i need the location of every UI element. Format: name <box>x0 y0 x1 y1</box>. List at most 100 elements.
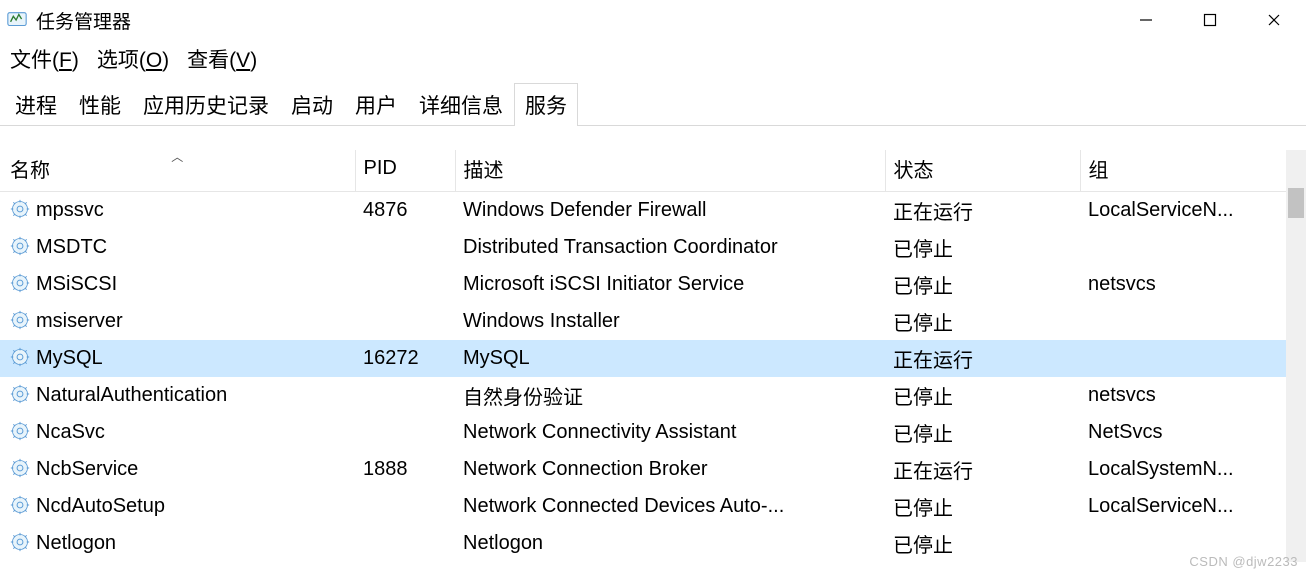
col-header-name[interactable]: ︿ 名称 <box>0 150 355 192</box>
service-name-label: MySQL <box>36 347 103 369</box>
sort-ascending-icon: ︿ <box>171 150 183 165</box>
table-row[interactable]: mpssvc 4876Windows Defender Firewall正在运行L… <box>0 192 1306 230</box>
vertical-scrollbar[interactable] <box>1286 150 1306 562</box>
cell-group: LocalServiceN... <box>1080 488 1306 525</box>
menu-view[interactable]: 查看(V) <box>187 44 257 74</box>
service-gear-icon <box>10 532 30 552</box>
service-gear-icon <box>10 458 30 478</box>
cell-status: 已停止 <box>885 414 1080 451</box>
table-row[interactable]: NcaSvc Network Connectivity Assistant已停止N… <box>0 414 1306 451</box>
cell-name: MSiSCSI <box>0 266 355 303</box>
cell-desc: Distributed Transaction Coordinator <box>455 229 885 266</box>
cell-pid <box>355 414 455 451</box>
services-panel: ︿ 名称 PID 描述 状态 组 mpssvc 4876Windows Defen… <box>0 150 1306 562</box>
cell-pid <box>355 266 455 303</box>
cell-name: mpssvc <box>0 192 355 230</box>
cell-group: netsvcs <box>1080 266 1306 303</box>
table-row[interactable]: MSiSCSI Microsoft iSCSI Initiator Service… <box>0 266 1306 303</box>
tab-startup[interactable]: 启动 <box>280 83 344 126</box>
table-row[interactable]: msiserverWindows Installer已停止 <box>0 303 1306 340</box>
cell-status: 已停止 <box>885 229 1080 266</box>
table-row[interactable]: MySQL16272MySQL正在运行 <box>0 340 1306 377</box>
cell-status: 已停止 <box>885 488 1080 525</box>
menu-options[interactable]: 选项(O) <box>97 44 169 74</box>
cell-name: NcbService <box>0 451 355 488</box>
cell-desc: Network Connected Devices Auto-... <box>455 488 885 525</box>
service-gear-icon <box>10 310 30 330</box>
cell-pid <box>355 525 455 562</box>
cell-desc: Windows Defender Firewall <box>455 192 885 230</box>
service-gear-icon <box>10 236 30 256</box>
service-name-label: MSDTC <box>36 236 107 258</box>
cell-name: NaturalAuthentication <box>0 377 355 414</box>
tab-services[interactable]: 服务 <box>514 83 578 126</box>
tab-app-history[interactable]: 应用历史记录 <box>132 83 280 126</box>
titlebar: 任务管理器 <box>0 0 1306 40</box>
tab-processes[interactable]: 进程 <box>4 83 68 126</box>
cell-pid: 4876 <box>355 192 455 230</box>
service-name-label: NcaSvc <box>36 421 105 443</box>
cell-name: Netlogon <box>0 525 355 562</box>
menu-file[interactable]: 文件(F) <box>10 44 79 74</box>
cell-group: netsvcs <box>1080 377 1306 414</box>
cell-pid <box>355 303 455 340</box>
minimize-button[interactable] <box>1114 0 1178 40</box>
cell-group: LocalServiceN... <box>1080 192 1306 230</box>
service-gear-icon <box>10 495 30 515</box>
service-gear-icon <box>10 199 30 219</box>
table-row[interactable]: NcdAutoSetupNetwork Connected Devices Au… <box>0 488 1306 525</box>
col-header-group[interactable]: 组 <box>1080 150 1306 192</box>
window-controls <box>1114 0 1306 40</box>
cell-name: MySQL <box>0 340 355 377</box>
cell-desc: MySQL <box>455 340 885 377</box>
cell-desc: Microsoft iSCSI Initiator Service <box>455 266 885 303</box>
service-gear-icon <box>10 273 30 293</box>
cell-pid <box>355 377 455 414</box>
window-title: 任务管理器 <box>36 7 131 34</box>
tab-details[interactable]: 详细信息 <box>408 83 514 126</box>
table-row[interactable]: NcbService 1888Network Connection Broker正… <box>0 451 1306 488</box>
menubar: 文件(F) 选项(O) 查看(V) <box>0 40 1306 82</box>
cell-name: msiserver <box>0 303 355 340</box>
table-row[interactable]: NetlogonNetlogon已停止 <box>0 525 1306 562</box>
col-header-pid[interactable]: PID <box>355 150 455 192</box>
service-gear-icon <box>10 421 30 441</box>
cell-group: NetSvcs <box>1080 414 1306 451</box>
table-row[interactable]: MSDTC Distributed Transaction Coordinator… <box>0 229 1306 266</box>
cell-pid <box>355 488 455 525</box>
tab-performance[interactable]: 性能 <box>68 83 132 126</box>
close-button[interactable] <box>1242 0 1306 40</box>
cell-status: 正在运行 <box>885 340 1080 377</box>
cell-status: 已停止 <box>885 377 1080 414</box>
cell-group <box>1080 303 1306 340</box>
cell-desc: Network Connection Broker <box>455 451 885 488</box>
cell-group: LocalSystemN... <box>1080 451 1306 488</box>
cell-status: 正在运行 <box>885 451 1080 488</box>
service-name-label: mpssvc <box>36 199 104 221</box>
col-header-name-label: 名称 <box>10 160 50 182</box>
service-name-label: MSiSCSI <box>36 273 117 295</box>
cell-group <box>1080 229 1306 266</box>
cell-status: 已停止 <box>885 303 1080 340</box>
tabbar: 进程 性能 应用历史记录 启动 用户 详细信息 服务 <box>0 82 1306 126</box>
cell-status: 正在运行 <box>885 192 1080 230</box>
cell-pid: 1888 <box>355 451 455 488</box>
service-gear-icon <box>10 384 30 404</box>
cell-pid: 16272 <box>355 340 455 377</box>
cell-name: MSDTC <box>0 229 355 266</box>
watermark: CSDN @djw2233 <box>1189 554 1298 569</box>
col-header-status[interactable]: 状态 <box>885 150 1080 192</box>
cell-pid <box>355 229 455 266</box>
cell-desc: Network Connectivity Assistant <box>455 414 885 451</box>
scrollbar-thumb[interactable] <box>1288 188 1304 218</box>
app-icon <box>6 9 28 31</box>
tab-users[interactable]: 用户 <box>344 83 408 126</box>
cell-group <box>1080 340 1306 377</box>
service-name-label: msiserver <box>36 310 123 332</box>
service-name-label: Netlogon <box>36 532 116 554</box>
col-header-desc[interactable]: 描述 <box>455 150 885 192</box>
service-gear-icon <box>10 347 30 367</box>
maximize-button[interactable] <box>1178 0 1242 40</box>
table-row[interactable]: NaturalAuthentication自然身份验证已停止netsvcs <box>0 377 1306 414</box>
service-name-label: NcbService <box>36 458 138 480</box>
